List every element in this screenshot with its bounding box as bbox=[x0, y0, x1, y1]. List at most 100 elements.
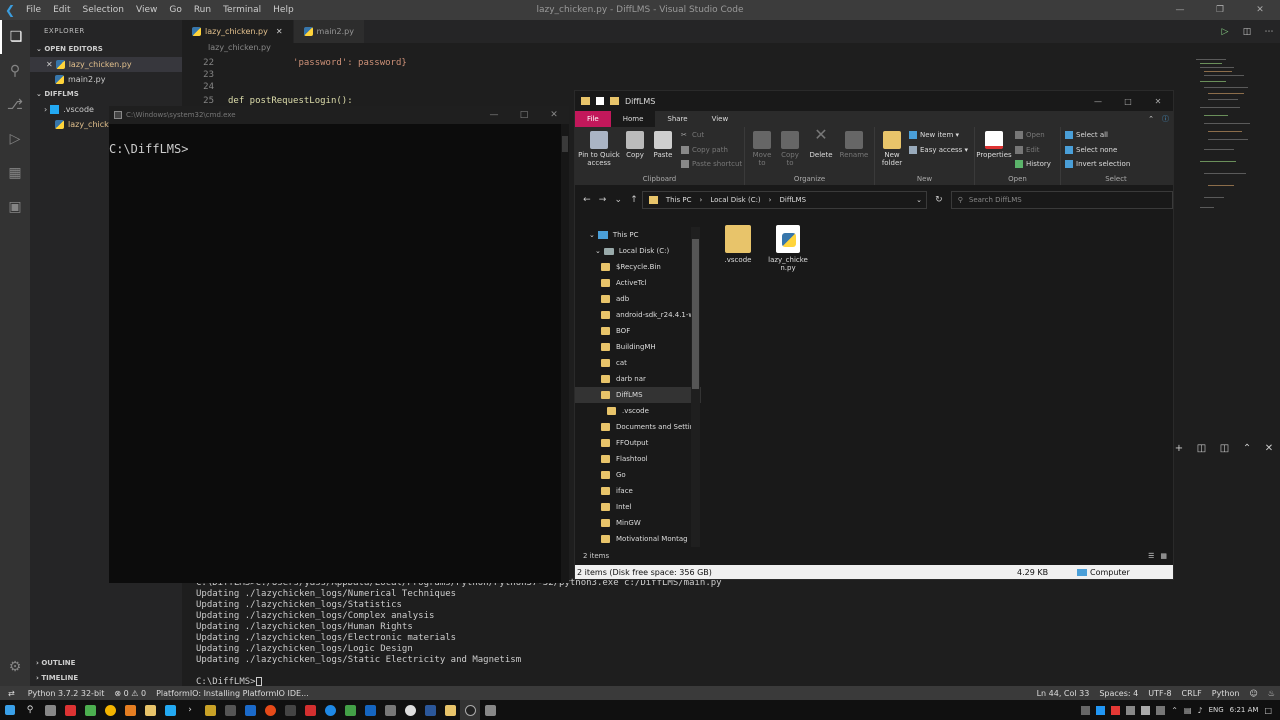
taskbar-app-icon[interactable] bbox=[60, 700, 80, 720]
line-ending[interactable]: CRLF bbox=[1177, 689, 1207, 698]
nav-item[interactable]: ⌄ Local Disk (C:) bbox=[575, 243, 701, 259]
explorer-files-icon[interactable]: ❏ bbox=[0, 20, 30, 54]
select-all-button[interactable]: Select all bbox=[1065, 131, 1108, 139]
details-view-icon[interactable]: ☰ bbox=[1148, 552, 1154, 560]
tab-lazy-chicken[interactable]: lazy_chicken.py ✕ bbox=[182, 20, 294, 43]
menu-run[interactable]: Run bbox=[188, 5, 217, 15]
nav-item[interactable]: Flashtool bbox=[575, 451, 701, 467]
integrated-terminal[interactable]: C:\DiffLMS>C:/Users/yass/AppData/Local/P… bbox=[196, 578, 1176, 688]
indentation[interactable]: Spaces: 4 bbox=[1094, 689, 1143, 698]
open-editor-lazy-chicken[interactable]: ✕ lazy_chicken.py bbox=[30, 57, 182, 72]
taskbar-app-icon[interactable] bbox=[80, 700, 100, 720]
paste-shortcut-button[interactable]: Paste shortcut bbox=[681, 160, 742, 168]
nav-item[interactable]: BOF bbox=[575, 323, 701, 339]
show-hidden-icons-icon[interactable]: ⌃ bbox=[1171, 706, 1178, 715]
move-to-button[interactable]: Move to bbox=[749, 131, 775, 167]
taskbar-app-icon[interactable] bbox=[280, 700, 300, 720]
maximize-panel-icon[interactable]: ⌃ bbox=[1243, 443, 1251, 457]
nav-item[interactable]: MinGW bbox=[575, 515, 701, 531]
file-item-vscode-folder[interactable]: .vscode bbox=[716, 225, 760, 264]
kill-terminal-icon[interactable]: ◫ bbox=[1220, 443, 1229, 457]
input-language[interactable]: ENG bbox=[1209, 706, 1224, 714]
explorer-minimize-icon[interactable]: — bbox=[1083, 97, 1113, 106]
breadcrumb[interactable]: lazy_chicken.py bbox=[182, 43, 1280, 57]
tab-home[interactable]: Home bbox=[610, 111, 656, 127]
feedback-icon[interactable]: ☺ bbox=[1244, 689, 1262, 698]
collapse-ribbon-icon[interactable]: ⌃ bbox=[1144, 111, 1158, 127]
tab-view[interactable]: View bbox=[700, 111, 741, 127]
breadcrumb-local-disk[interactable]: Local Disk (C:) bbox=[710, 196, 760, 204]
run-file-icon[interactable]: ▷ bbox=[1214, 20, 1236, 43]
chevron-down-icon[interactable]: ⌄ bbox=[595, 243, 601, 259]
edit-button[interactable]: Edit bbox=[1015, 146, 1040, 154]
open-button[interactable]: Open bbox=[1015, 131, 1045, 139]
close-icon[interactable]: ✕ bbox=[1240, 0, 1280, 20]
taskbar-app-icon[interactable] bbox=[440, 700, 460, 720]
address-dropdown-icon[interactable]: ⌄ bbox=[916, 196, 926, 204]
copy-path-button[interactable]: Copy path bbox=[681, 146, 728, 154]
nav-item[interactable]: FFOutput bbox=[575, 435, 701, 451]
file-explorer-window[interactable]: DiffLMS — □ ✕ File Home Share View ⌃ ⓘ P… bbox=[574, 90, 1174, 580]
rename-button[interactable]: Rename bbox=[837, 131, 871, 159]
file-item-lazy-chicken[interactable]: lazy_chicken.py bbox=[766, 225, 810, 272]
action-center-icon[interactable]: □ bbox=[1264, 706, 1272, 715]
help-icon[interactable]: ⓘ bbox=[1158, 111, 1173, 127]
cmd-window[interactable]: C:\Windows\system32\cmd.exe — □ ✕ C:\Dif… bbox=[109, 106, 569, 583]
easy-access-button[interactable]: Easy access ▾ bbox=[909, 146, 968, 154]
split-editor-icon[interactable]: ◫ bbox=[1236, 20, 1258, 43]
settings-gear-icon[interactable]: ⚙ bbox=[0, 650, 30, 684]
invert-selection-button[interactable]: Invert selection bbox=[1065, 160, 1130, 168]
tray-app-icon[interactable] bbox=[1111, 705, 1121, 715]
history-button[interactable]: History bbox=[1015, 160, 1051, 168]
tab-share[interactable]: Share bbox=[655, 111, 699, 127]
taskbar-app-icon[interactable] bbox=[200, 700, 220, 720]
split-terminal-icon[interactable]: ◫ bbox=[1197, 443, 1206, 457]
nav-item[interactable]: ⌄ This PC bbox=[575, 227, 701, 243]
vscode-taskbar-icon[interactable] bbox=[160, 700, 180, 720]
scroll-thumb[interactable] bbox=[562, 136, 568, 152]
cmd-scrollbar[interactable] bbox=[561, 124, 569, 583]
close-editor-icon[interactable]: ✕ bbox=[46, 60, 53, 69]
tray-app-icon[interactable] bbox=[1081, 705, 1091, 715]
windows-start-icon[interactable] bbox=[0, 700, 20, 720]
file-explorer-icon[interactable] bbox=[140, 700, 160, 720]
taskbar-app-icon[interactable] bbox=[300, 700, 320, 720]
breadcrumb-this-pc[interactable]: This PC bbox=[666, 196, 692, 204]
up-arrow-icon[interactable]: ↑ bbox=[626, 195, 642, 205]
nav-item[interactable]: Go bbox=[575, 467, 701, 483]
explorer-close-icon[interactable]: ✕ bbox=[1143, 97, 1173, 106]
remote-icon[interactable]: ⇄ bbox=[0, 689, 23, 698]
language-mode[interactable]: Python bbox=[1207, 689, 1245, 698]
menu-edit[interactable]: Edit bbox=[47, 5, 76, 15]
menu-view[interactable]: View bbox=[130, 5, 163, 15]
nav-item[interactable]: cat bbox=[575, 355, 701, 371]
cmd-close-icon[interactable]: ✕ bbox=[539, 110, 569, 120]
nav-item[interactable]: adb bbox=[575, 291, 701, 307]
tab-main2[interactable]: main2.py bbox=[293, 20, 365, 43]
new-folder-button[interactable]: New folder bbox=[877, 131, 907, 167]
menu-file[interactable]: File bbox=[20, 5, 47, 15]
explorer-title-bar[interactable]: DiffLMS — □ ✕ bbox=[575, 91, 1173, 111]
paste-button[interactable]: Paste bbox=[649, 131, 677, 159]
tray-app-icon[interactable] bbox=[1126, 705, 1136, 715]
select-none-button[interactable]: Select none bbox=[1065, 146, 1117, 154]
navigation-pane[interactable]: ⌄ This PC ⌄ Local Disk (C:) $Recycle.Bin Acti… bbox=[575, 227, 701, 547]
quick-access-toolbar-icon[interactable] bbox=[596, 97, 604, 105]
tab-file[interactable]: File bbox=[575, 111, 611, 127]
nav-item[interactable]: .vscode bbox=[575, 403, 701, 419]
pin-quick-access-button[interactable]: Pin to Quick access bbox=[577, 131, 621, 167]
extensions-icon[interactable]: ▦ bbox=[0, 156, 30, 190]
taskbar-app-icon[interactable] bbox=[360, 700, 380, 720]
platformio-status[interactable]: PlatformIO: Installing PlatformIO IDE... bbox=[151, 689, 314, 698]
close-tab-icon[interactable]: ✕ bbox=[276, 27, 283, 36]
new-item-button[interactable]: New item ▾ bbox=[909, 131, 959, 139]
refresh-icon[interactable]: ↻ bbox=[931, 195, 947, 205]
menu-help[interactable]: Help bbox=[267, 5, 300, 15]
nav-item[interactable]: android-sdk_r24.4.1-w bbox=[575, 307, 701, 323]
run-debug-icon[interactable]: ▷ bbox=[0, 122, 30, 156]
taskbar-app-icon[interactable] bbox=[400, 700, 420, 720]
scroll-thumb[interactable] bbox=[692, 239, 699, 389]
nav-scrollbar[interactable] bbox=[691, 227, 700, 547]
copy-to-button[interactable]: Copy to bbox=[777, 131, 803, 167]
properties-button[interactable]: Properties bbox=[975, 131, 1013, 159]
